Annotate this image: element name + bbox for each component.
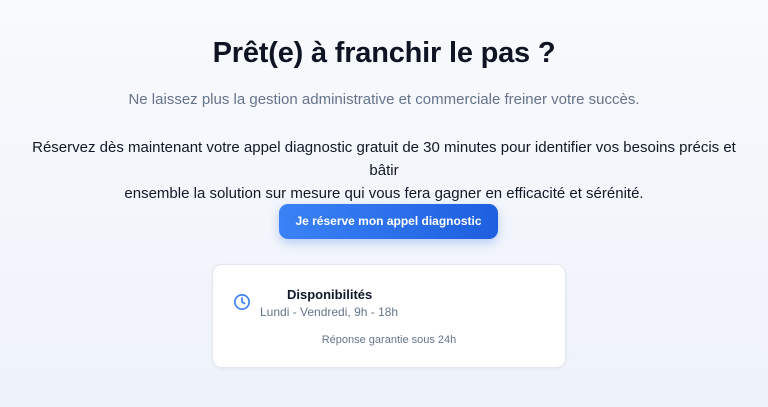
subtitle: Ne laissez plus la gestion administrativ… <box>128 91 640 108</box>
description-line-2: ensemble la solution sur mesure qui vous… <box>124 185 644 202</box>
clock-icon <box>234 294 250 310</box>
response-guarantee: Réponse garantie sous 24h <box>321 334 457 346</box>
availability-title: Disponibilités <box>287 287 373 302</box>
book-diagnostic-call-button[interactable]: Je réserve mon appel diagnostic <box>279 204 498 239</box>
description: Réservez dès maintenant votre appel diag… <box>20 136 748 205</box>
page-title: Prêt(e) à franchir le pas ? <box>212 37 556 69</box>
availability-hours: Lundi - Vendredi, 9h - 18h <box>260 305 399 319</box>
availability-card: Disponibilités Lundi - Vendredi, 9h - 18… <box>212 264 566 368</box>
cta-section: Prêt(e) à franchir le pas ? Ne laissez p… <box>0 0 768 407</box>
description-line-1: Réservez dès maintenant votre appel diag… <box>32 139 736 179</box>
